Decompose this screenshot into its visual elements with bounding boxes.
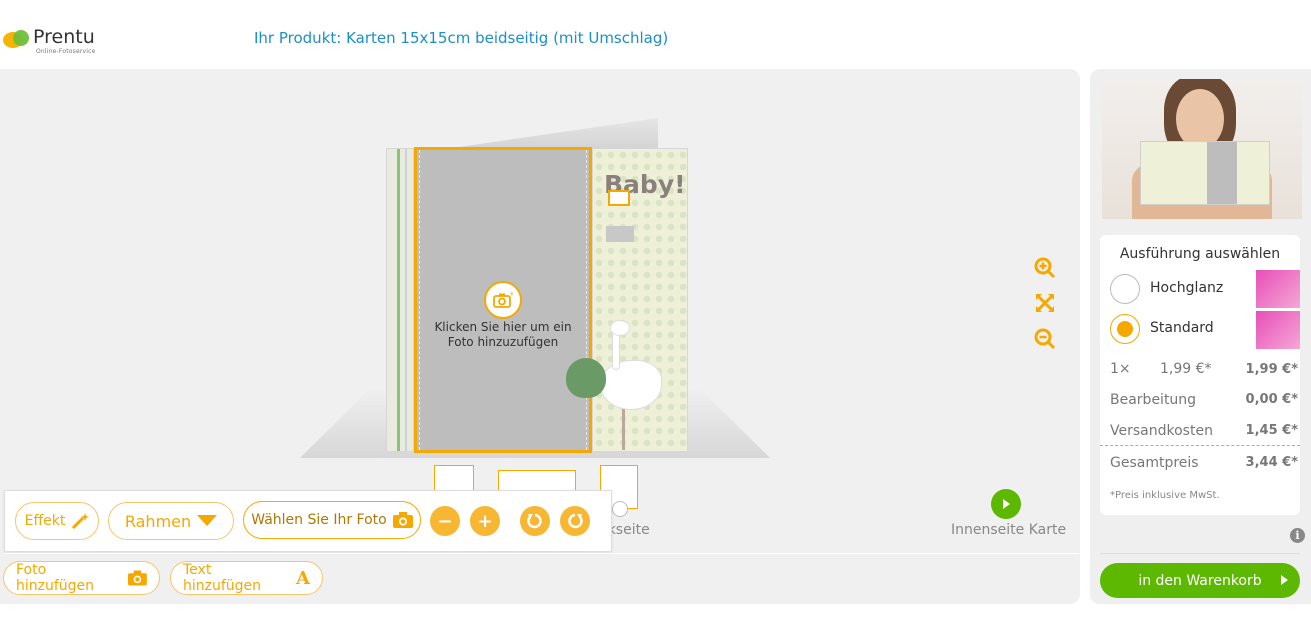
add-to-cart-label: in den Warenkorb [1138,572,1262,589]
add-photo-label: Foto hinzufügen [16,562,95,594]
card-photo-slot-small[interactable] [608,190,630,206]
zoom-in-icon[interactable] [1033,256,1057,280]
rahmen-label: Rahmen [124,511,192,531]
preview-face [1176,89,1224,149]
bearbeitung-value: 0,00 €* [1245,392,1298,407]
add-photo-camera-icon[interactable]: + [484,281,522,319]
vat-note: *Preis inklusive MwSt. [1110,490,1220,501]
option-hochglanz-radio[interactable] [1110,274,1140,304]
scale-down-button[interactable]: − [430,506,460,536]
unit-price: 1,99 €* [1160,361,1212,377]
option-hochglanz-label[interactable]: Hochglanz [1150,280,1223,296]
photo-toolbar: Effekt Rahmen Wählen Sie Ihr Foto − + [4,490,612,552]
option-hochglanz-thumbnail [1256,270,1300,308]
card-spine-strip [386,148,414,452]
card-decoration-box [606,226,634,242]
quantity: 1× [1110,361,1131,377]
choose-photo-button[interactable]: Wählen Sie Ihr Foto [243,501,421,539]
stork-leg [622,405,625,450]
divider [4,553,1079,554]
option-standard-radio[interactable] [1110,314,1140,344]
rotate-right-button[interactable] [560,506,590,536]
price-divider [1100,445,1300,446]
add-to-cart-button[interactable]: in den Warenkorb [1100,563,1300,598]
rahmen-button[interactable]: Rahmen [108,502,234,540]
rotate-left-button[interactable] [520,506,550,536]
photo-hint-text: Klicken Sie hier um ein Foto hinzuzufüge… [434,320,572,349]
info-icon[interactable]: i [1290,528,1305,543]
page-thumb-front[interactable] [434,465,474,493]
play-icon [1003,499,1010,509]
page-radio-inner[interactable] [991,489,1021,519]
product-preview-image [1102,79,1302,219]
logo[interactable]: Prentu Online-Fotoservice [3,26,113,58]
fit-screen-icon[interactable] [1033,291,1057,315]
gesamt-value: 3,44 €* [1245,455,1298,470]
logo-name: Prentu [33,26,95,48]
add-text-label: Text hinzufügen [183,562,262,594]
preview-card [1140,141,1270,205]
magic-wand-icon [72,513,90,529]
bearbeitung-label: Bearbeitung [1110,392,1197,408]
logo-subtitle: Online-Fotoservice [36,48,96,55]
option-standard-label[interactable]: Standard [1150,320,1214,336]
rotate-right-icon [568,513,583,529]
radio-selected-dot [1117,321,1133,337]
arrow-right-icon [1281,575,1288,585]
zoom-out-icon[interactable] [1033,327,1057,351]
gesamt-label: Gesamtpreis [1110,455,1199,471]
camera-icon [392,512,413,528]
preview-card-photo [1207,142,1237,204]
chevron-down-icon [197,515,218,526]
baby-bundle-illustration [566,358,606,398]
option-standard-thumbnail [1256,311,1300,349]
stork-illustration [600,360,662,410]
page-radio-back[interactable] [612,501,628,517]
choose-photo-label: Wählen Sie Ihr Foto [251,512,387,528]
add-photo-button[interactable]: Foto hinzufügen [3,561,160,595]
logo-mark-green [13,30,29,46]
sidebar-divider [1100,553,1300,554]
effekt-button[interactable]: Effekt [15,502,99,540]
text-icon: A [296,567,310,589]
product-title: Ihr Produkt: Karten 15x15cm beidseitig (… [254,29,669,47]
options-title: Ausführung auswählen [1119,246,1281,262]
add-text-button[interactable]: Text hinzufügen A [170,561,323,595]
scale-up-button[interactable]: + [470,506,500,536]
svg-text:+: + [509,291,513,298]
versand-label: Versandkosten [1110,423,1213,439]
page-label-inner: Innenseite Karte [951,522,1067,538]
rotate-left-icon [527,513,542,529]
line-total: 1,99 €* [1245,362,1298,377]
effekt-label: Effekt [24,513,66,529]
camera-icon [128,570,147,586]
stork-head [610,320,630,336]
versand-value: 1,45 €* [1245,423,1298,438]
